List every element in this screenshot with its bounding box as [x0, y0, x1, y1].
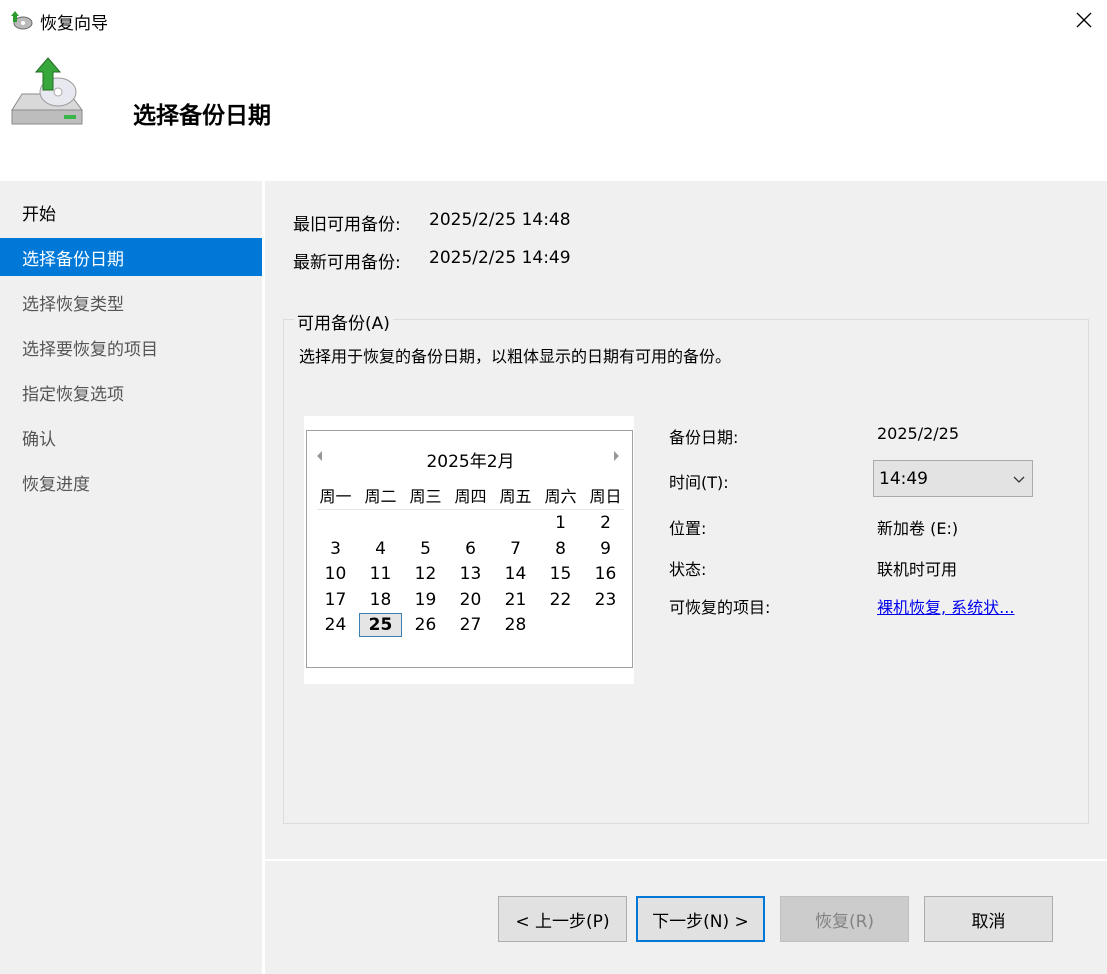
group-legend: 可用备份(A): [294, 309, 393, 334]
wizard-header: 选择备份日期: [0, 40, 1107, 181]
calendar-day[interactable]: 10: [313, 562, 358, 588]
group-description: 选择用于恢复的备份日期，以粗体显示的日期有可用的备份。: [299, 347, 732, 366]
close-icon: [1076, 12, 1091, 28]
recoverable-items-label: 可恢复的项目:: [669, 598, 771, 617]
calendar-days-grid: 1 2 3 4 5 6 7 8 9 10 11 12 13 14 15 16 17 18 19 20 21 22 23 24 2…: [313, 511, 628, 639]
status-value: 联机时可用: [877, 560, 958, 579]
calendar-day[interactable]: 16: [583, 562, 628, 588]
page-title: 选择备份日期: [133, 103, 271, 129]
calendar-day[interactable]: 2: [583, 511, 628, 537]
step-select-items: 选择要恢复的项目: [22, 339, 158, 360]
calendar-day[interactable]: 14: [493, 562, 538, 588]
oldest-backup-value: 2025/2/25 14:48: [429, 210, 571, 230]
recoverable-items-link[interactable]: 裸机恢复, 系统状...: [877, 594, 1014, 618]
calendar-blank: [403, 511, 448, 537]
calendar-day[interactable]: 28: [493, 613, 538, 639]
step-recovery-options: 指定恢复选项: [22, 384, 124, 405]
calendar-blank: [493, 511, 538, 537]
cancel-button[interactable]: 取消: [924, 896, 1053, 942]
newest-backup-label: 最新可用备份:: [293, 253, 401, 273]
calendar-blank: [448, 511, 493, 537]
weekday-header: 周三: [409, 487, 442, 506]
backup-date-label: 备份日期:: [669, 428, 739, 447]
weekday-header: 周六: [544, 487, 577, 506]
chevron-down-icon: [1013, 476, 1025, 483]
triangle-right-icon[interactable]: [614, 451, 619, 461]
backup-date-value: 2025/2/25: [877, 424, 960, 443]
title-bar: 恢复向导: [0, 0, 1107, 40]
calendar-day[interactable]: 27: [448, 613, 493, 639]
step-select-recovery-type: 选择恢复类型: [22, 294, 124, 315]
close-button[interactable]: [1060, 0, 1107, 40]
newest-backup-value: 2025/2/25 14:49: [429, 248, 571, 268]
calendar-day[interactable]: 23: [583, 588, 628, 614]
weekday-header: 周一: [319, 487, 352, 506]
window-title: 恢复向导: [40, 14, 108, 34]
location-label: 位置:: [669, 519, 707, 538]
wizard-steps-sidebar: 开始 选择备份日期 选择恢复类型 选择要恢复的项目 指定恢复选项 确认 恢复进度: [0, 181, 262, 974]
calendar-day[interactable]: 20: [448, 588, 493, 614]
calendar-day[interactable]: 19: [403, 588, 448, 614]
time-select[interactable]: 14:49: [873, 460, 1033, 497]
step-confirm: 确认: [22, 429, 56, 450]
next-button[interactable]: 下一步(N) >: [636, 896, 765, 942]
calendar-day[interactable]: 9: [583, 537, 628, 563]
oldest-backup-label: 最旧可用备份:: [293, 215, 401, 235]
available-backups-group: 可用备份(A) 选择用于恢复的备份日期，以粗体显示的日期有可用的备份。 2025…: [283, 309, 1089, 824]
calendar-day[interactable]: 7: [493, 537, 538, 563]
recover-button[interactable]: 恢复(R): [780, 896, 909, 942]
calendar-day[interactable]: 21: [493, 588, 538, 614]
calendar-day[interactable]: 18: [358, 588, 403, 614]
location-value: 新加卷 (E:): [877, 519, 959, 538]
wizard-footer: < 上一步(P) 下一步(N) > 恢复(R) 取消: [265, 859, 1107, 974]
calendar-day[interactable]: 8: [538, 537, 583, 563]
calendar-day-selected[interactable]: 25: [359, 613, 402, 637]
calendar-day[interactable]: 6: [448, 537, 493, 563]
step-start: 开始: [22, 204, 56, 225]
calendar-day[interactable]: 4: [358, 537, 403, 563]
calendar-month-title[interactable]: 2025年2月: [407, 447, 534, 472]
calendar-container: 2025年2月 周一 周二 周三 周四 周五 周六 周日 1 2 3 4 5 6 7 8 9 10 11 12 13…: [304, 416, 634, 684]
weekday-header: 周日: [589, 487, 622, 506]
calendar-blank: [313, 511, 358, 537]
step-progress: 恢复进度: [22, 474, 90, 495]
main-panel: 最旧可用备份: 2025/2/25 14:48 最新可用备份: 2025/2/2…: [265, 181, 1107, 859]
calendar-day[interactable]: 11: [358, 562, 403, 588]
calendar-day[interactable]: 15: [538, 562, 583, 588]
month-calendar: 2025年2月 周一 周二 周三 周四 周五 周六 周日 1 2 3 4 5 6 7 8 9 10 11 12 13…: [306, 430, 633, 668]
weekday-header: 周四: [454, 487, 487, 506]
triangle-left-icon[interactable]: [317, 451, 322, 461]
step-select-backup-date: 选择备份日期: [0, 238, 262, 276]
calendar-weekday-header: 周一 周二 周三 周四 周五 周六 周日: [313, 483, 628, 507]
calendar-blank: [358, 511, 403, 537]
back-button[interactable]: < 上一步(P): [498, 896, 627, 942]
calendar-separator: [317, 509, 624, 510]
calendar-day[interactable]: 5: [403, 537, 448, 563]
calendar-day[interactable]: 1: [538, 511, 583, 537]
weekday-header: 周五: [499, 487, 532, 506]
time-select-value: 14:49: [879, 468, 928, 489]
calendar-day[interactable]: 12: [403, 562, 448, 588]
backup-drive-icon: [11, 57, 83, 125]
weekday-header: 周二: [364, 487, 397, 506]
calendar-day[interactable]: 26: [403, 613, 448, 639]
calendar-day[interactable]: 22: [538, 588, 583, 614]
time-label: 时间(T):: [669, 473, 729, 492]
calendar-day[interactable]: 13: [448, 562, 493, 588]
calendar-day[interactable]: 17: [313, 588, 358, 614]
status-label: 状态:: [669, 560, 707, 579]
backup-restore-icon: [11, 11, 33, 30]
calendar-day[interactable]: 3: [313, 537, 358, 563]
calendar-day[interactable]: 24: [313, 613, 358, 639]
